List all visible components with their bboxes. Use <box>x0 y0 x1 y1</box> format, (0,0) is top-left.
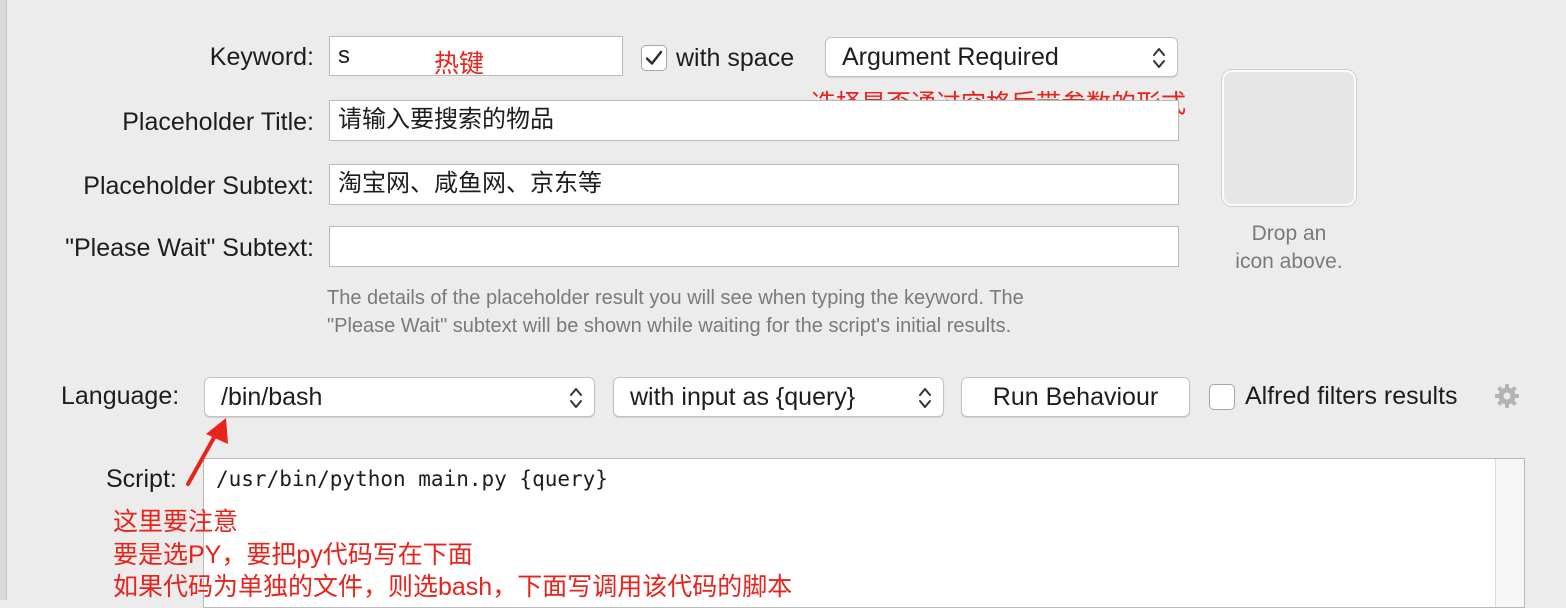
with-space-checkbox[interactable] <box>641 45 667 71</box>
alfred-filters-label: Alfred filters results <box>1245 382 1458 410</box>
icon-drop-hint-line2: icon above. <box>1235 250 1343 273</box>
placeholder-title-value: 请输入要搜索的物品 <box>338 106 554 133</box>
language-value: /bin/bash <box>221 383 323 411</box>
note-line3: 如果代码为单独的文件，则选bash，下面写调用该代码的脚本 <box>113 573 793 601</box>
script-label: Script: <box>106 465 177 493</box>
placeholder-title-input[interactable]: 请输入要搜索的物品 <box>329 100 1179 141</box>
help-text-line2: "Please Wait" subtext will be shown whil… <box>327 315 1012 337</box>
icon-drop-well[interactable] <box>1222 70 1356 206</box>
icon-drop-hint-line1: Drop an <box>1251 222 1327 245</box>
checkmark-icon <box>645 50 663 65</box>
updown-arrows-icon <box>1153 48 1165 68</box>
run-behaviour-button[interactable]: Run Behaviour <box>961 377 1190 417</box>
with-space-label: with space <box>676 44 795 72</box>
input-mode-select[interactable]: with input as {query} <box>613 377 944 417</box>
keyword-value: s <box>338 42 350 69</box>
updown-arrows-icon <box>919 388 931 408</box>
placeholder-title-label: Placeholder Title: <box>122 108 314 136</box>
placeholder-subtext-input[interactable]: 淘宝网、咸鱼网、京东等 <box>329 164 1179 205</box>
placeholder-subtext-value: 淘宝网、咸鱼网、京东等 <box>338 170 602 197</box>
window-left-edge <box>0 0 7 600</box>
red-arrow-icon <box>186 418 228 486</box>
argument-mode-value: Argument Required <box>842 43 1059 71</box>
please-wait-input[interactable] <box>329 226 1179 267</box>
hotkey-annotation: 热键 <box>434 50 485 78</box>
help-text-line1: The details of the placeholder result yo… <box>327 287 1024 309</box>
placeholder-subtext-label: Placeholder Subtext: <box>83 172 314 200</box>
gear-icon[interactable] <box>1493 382 1521 410</box>
note-line1: 这里要注意 <box>113 508 239 536</box>
language-select[interactable]: /bin/bash <box>204 377 595 417</box>
script-code: /usr/bin/python main.py {query} <box>216 467 608 491</box>
note-line2: 要是选PY，要把py代码写在下面 <box>113 541 473 569</box>
keyword-label: Keyword: <box>209 43 314 71</box>
updown-arrows-icon <box>570 388 582 408</box>
please-wait-label: "Please Wait" Subtext: <box>65 234 314 262</box>
icon-drop-hint: Drop an icon above. <box>1218 220 1360 276</box>
language-label: Language: <box>61 382 180 410</box>
input-mode-value: with input as {query} <box>630 383 856 411</box>
script-scrollbar[interactable] <box>1495 459 1524 607</box>
alfred-filters-checkbox[interactable] <box>1209 384 1235 410</box>
argument-mode-select[interactable]: Argument Required <box>825 37 1178 77</box>
